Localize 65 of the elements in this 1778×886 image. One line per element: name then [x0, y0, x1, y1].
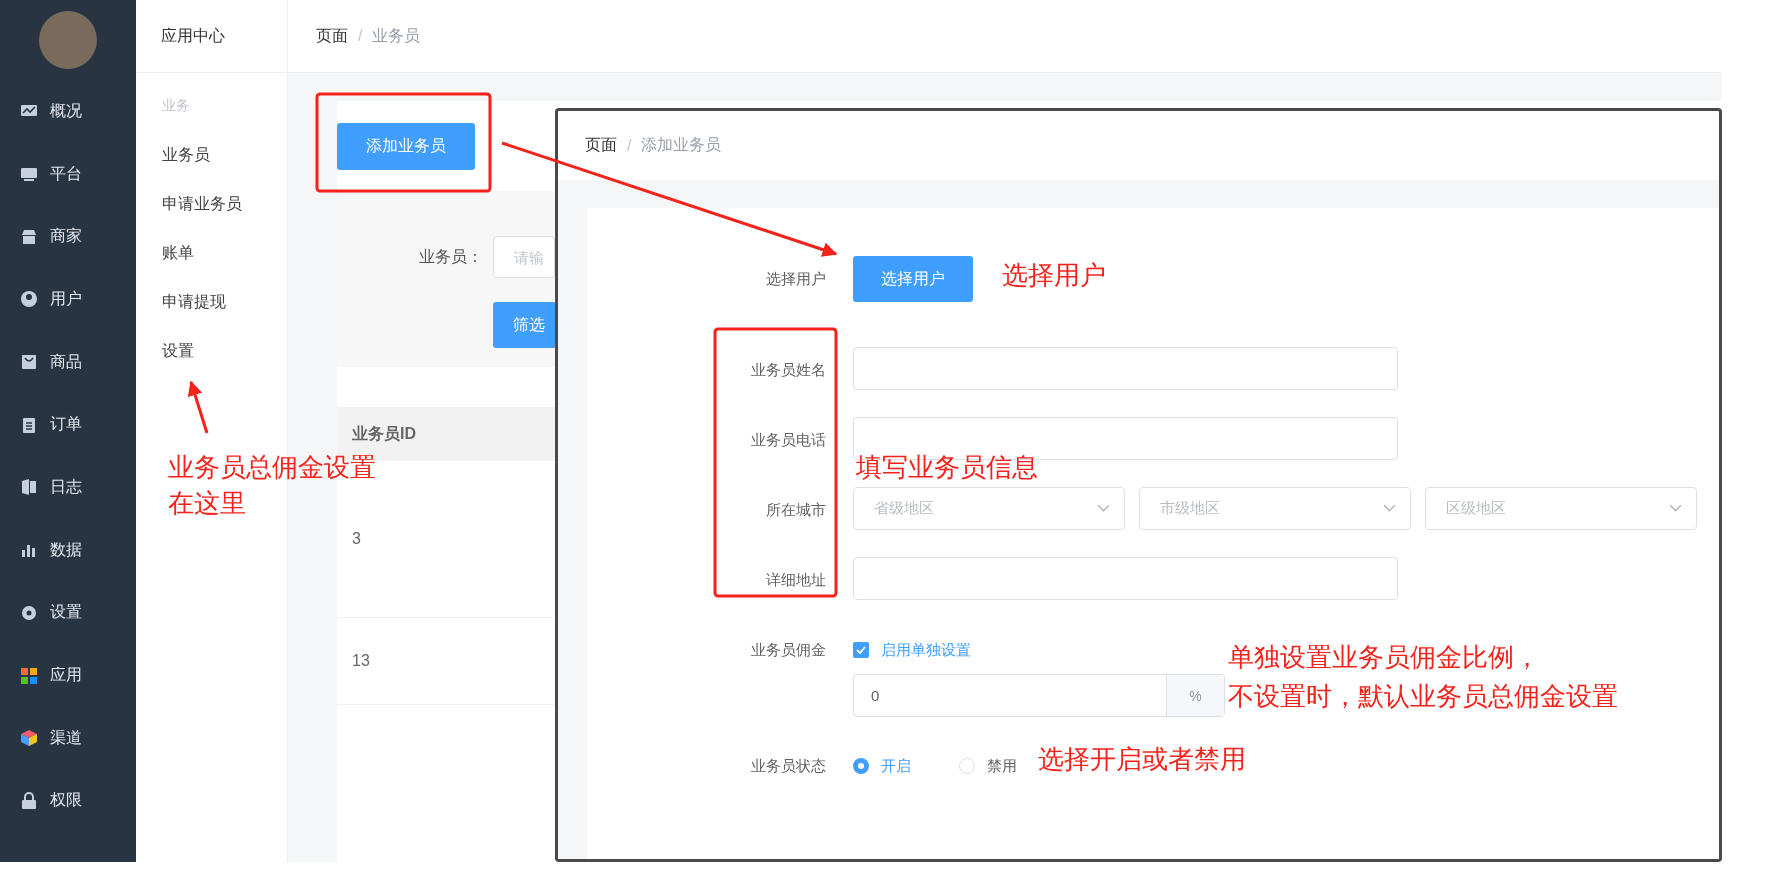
annotation-note: 在这里: [168, 488, 246, 520]
checkbox[interactable]: [853, 642, 869, 658]
clipboard-icon: [20, 415, 38, 434]
breadcrumb-item[interactable]: 页面: [585, 135, 617, 156]
menu-item[interactable]: 业务员: [162, 131, 287, 180]
search-field[interactable]: 请输: [493, 236, 555, 278]
table-cell: 13: [352, 652, 370, 670]
sidebar-item[interactable]: 日志: [0, 456, 136, 519]
radio-button[interactable]: [853, 758, 869, 774]
annotation-arrow: [187, 380, 209, 434]
sidebar-item[interactable]: 设置: [0, 581, 136, 645]
monitor-icon: [20, 165, 38, 184]
field-label: 业务员电话: [750, 430, 826, 450]
annotation-note: 不设置时，默认业务员总佣金设置: [1228, 681, 1618, 713]
field-label: 选择用户: [765, 269, 826, 289]
chevron-down-icon: [1669, 504, 1682, 513]
sidebar-item[interactable]: 平台: [0, 142, 136, 206]
field-label: 业务员姓名: [750, 360, 826, 380]
menu-item[interactable]: 申请提现: [162, 278, 287, 327]
field-label: 业务员状态: [750, 756, 826, 776]
bag-icon: [20, 353, 38, 372]
section-label: 业务: [162, 97, 191, 115]
field-label: 详细地址: [765, 570, 826, 590]
table-cell: 3: [352, 530, 361, 548]
menu-item[interactable]: 设置: [162, 327, 287, 376]
lock-icon: [20, 791, 38, 810]
radio-label: 开启: [881, 756, 911, 776]
sidebar-item[interactable]: 订单: [0, 393, 136, 457]
sidebar-item[interactable]: 数据: [0, 518, 136, 582]
chevron-down-icon: [1383, 504, 1396, 513]
field-label: 所在城市: [765, 500, 826, 520]
field-label: 业务员佣金: [750, 640, 826, 660]
annotation-note: 填写业务员信息: [856, 452, 1038, 484]
percent-field[interactable]: 0 %: [853, 674, 1225, 717]
panel-title: 应用中心: [161, 25, 225, 46]
user-icon: [20, 290, 38, 309]
sidebar-item[interactable]: 应用: [0, 644, 136, 707]
annotation-note: 选择开启或者禁用: [1038, 744, 1246, 776]
input-field[interactable]: [853, 557, 1398, 600]
grid-icon: [20, 666, 38, 685]
checkbox-label: 启用单独设置: [881, 640, 971, 660]
annotation-note: 业务员总佣金设置: [168, 452, 376, 484]
chevron-down-icon: [1097, 504, 1110, 513]
store-icon: [20, 227, 38, 246]
annotation-note: 单独设置业务员佣金比例，: [1228, 642, 1540, 674]
sidebar-item[interactable]: 商品: [0, 330, 136, 394]
sidebar-item[interactable]: 权限: [0, 769, 136, 833]
cube-icon: [20, 729, 38, 748]
input-field[interactable]: [853, 347, 1398, 390]
sidebar-item[interactable]: 概况: [0, 80, 136, 143]
sidebar-item[interactable]: 用户: [0, 268, 136, 331]
annotation-note: 选择用户: [1002, 260, 1106, 292]
column-header: 业务员ID: [352, 423, 416, 444]
sidebar-item[interactable]: 渠道: [0, 706, 136, 770]
radio-label: 禁用: [987, 756, 1017, 776]
filter-label: 业务员：: [419, 246, 483, 267]
menu-item[interactable]: 申请业务员: [162, 180, 287, 229]
gear-icon: [20, 603, 38, 622]
breadcrumb-item[interactable]: 页面: [316, 25, 348, 47]
book-icon: [20, 478, 38, 497]
sidebar-item[interactable]: 商家: [0, 205, 136, 269]
unit-addon: %: [1166, 675, 1224, 716]
menu-item[interactable]: 账单: [162, 229, 287, 278]
breadcrumb-separator: /: [358, 27, 363, 45]
breadcrumb-separator: /: [627, 136, 632, 155]
